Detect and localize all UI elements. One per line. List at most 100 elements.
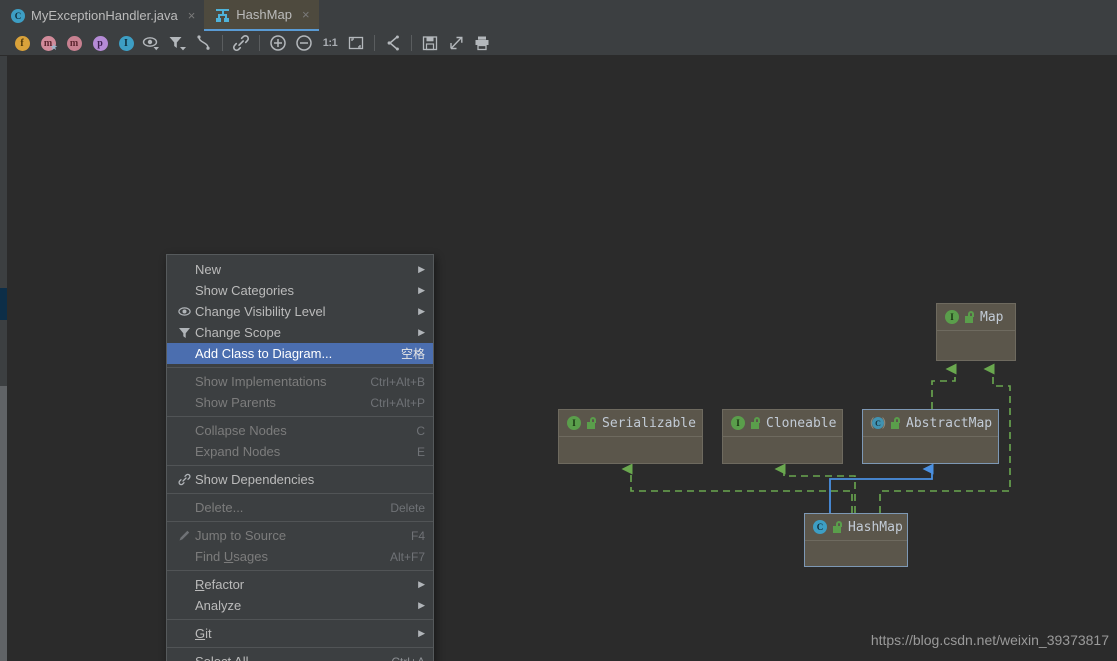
- save-diagram-button[interactable]: [418, 32, 442, 54]
- watermark-text: https://blog.csdn.net/weixin_39373817: [870, 632, 1109, 648]
- tool-window-strip[interactable]: [0, 56, 7, 661]
- menu-item-label: Collapse Nodes: [195, 423, 287, 438]
- abstract-class-icon: (C): [870, 416, 886, 430]
- menu-item-expand-nodes: Expand Nodes E: [167, 441, 433, 462]
- menu-item-show-categories[interactable]: Show Categories ▶: [167, 280, 433, 301]
- tab-hashmap[interactable]: HashMap ×: [204, 0, 319, 31]
- method-icon: m: [66, 35, 82, 51]
- menu-item-git[interactable]: Git ▶: [167, 623, 433, 644]
- change-scope-button[interactable]: [166, 32, 190, 54]
- menu-item-label: Expand Nodes: [195, 444, 281, 459]
- node-members-area: [723, 437, 842, 490]
- diagram-node-cloneable[interactable]: I Cloneable: [722, 409, 843, 464]
- node-title: Map: [980, 309, 1004, 325]
- menu-item-show-implementations: Show Implementations Ctrl+Alt+B: [167, 371, 433, 392]
- menu-item-label: Show Implementations: [195, 374, 327, 389]
- menu-separator: [167, 367, 433, 368]
- menu-item-change-visibility-level[interactable]: Change Visibility Level ▶: [167, 301, 433, 322]
- node-title: AbstractMap: [906, 415, 993, 431]
- diagram-node-serializable[interactable]: I Serializable: [558, 409, 703, 464]
- menu-item-shortcut: C: [416, 423, 425, 438]
- menu-item-collapse-nodes: Collapse Nodes C: [167, 420, 433, 441]
- menu-item-label: Show Categories: [195, 283, 294, 298]
- menu-item-shortcut: 空格: [400, 347, 425, 361]
- ide-window: C MyExceptionHandler.java × HashMap × f …: [0, 0, 1117, 661]
- filter-dropdown-icon: [169, 37, 186, 51]
- public-lock-icon: [586, 417, 597, 429]
- node-title: Serializable: [602, 415, 696, 431]
- show-dependencies-button[interactable]: [229, 32, 253, 54]
- chevron-right-icon: ▶: [418, 264, 425, 274]
- public-lock-icon: [964, 311, 975, 323]
- menu-item-shortcut: Ctrl+A: [377, 655, 425, 661]
- diagram-context-menu[interactable]: New ▶ Show Categories ▶ Change Visibility Le…: [166, 254, 434, 661]
- show-fields-button[interactable]: f: [10, 32, 34, 54]
- chevron-right-icon: ▶: [418, 285, 425, 295]
- diagram-node-map[interactable]: I Map: [936, 303, 1016, 361]
- close-icon[interactable]: ×: [302, 8, 310, 21]
- layout-tree-icon: [387, 35, 399, 51]
- change-visibility-level-button[interactable]: [140, 32, 164, 54]
- zoom-in-icon: [270, 35, 286, 51]
- menu-item-label: Jump to Source: [195, 528, 287, 543]
- menu-item-change-scope[interactable]: Change Scope ▶: [167, 322, 433, 343]
- java-class-icon: C: [11, 8, 25, 23]
- uml-diagram-icon: [215, 8, 230, 22]
- close-icon[interactable]: ×: [188, 9, 196, 22]
- apply-layout-button[interactable]: [381, 32, 405, 54]
- diagram-node-hashmap[interactable]: C HashMap: [804, 513, 908, 567]
- toolbar-separator: [222, 35, 223, 51]
- node-header: I Cloneable: [723, 410, 842, 437]
- pencil-icon: [175, 529, 193, 542]
- tab-label: MyExceptionHandler.java: [31, 8, 178, 23]
- menu-item-label: Analyze: [195, 598, 242, 613]
- menu-item-label: Find Usages: [195, 549, 268, 564]
- node-members-area: [805, 541, 907, 593]
- chevron-right-icon: ▶: [418, 579, 425, 589]
- menu-item-shortcut: Ctrl+Alt+B: [370, 374, 425, 389]
- fit-content-icon: [348, 36, 364, 50]
- tool-window-marker-active[interactable]: [0, 288, 7, 320]
- menu-item-refactor[interactable]: Refactor ▶: [167, 574, 433, 595]
- interface-icon: I: [567, 416, 581, 430]
- field-icon: f: [14, 35, 30, 51]
- menu-item-shortcut: Alt+F7: [389, 549, 425, 564]
- link-icon: [232, 34, 250, 52]
- show-methods-button[interactable]: m: [62, 32, 86, 54]
- menu-item-select-all[interactable]: Select AllCtrl+A: [167, 651, 433, 661]
- print-button[interactable]: [470, 32, 494, 54]
- menu-item-analyze[interactable]: Analyze ▶: [167, 595, 433, 616]
- menu-item-find-usages: Find Usages Alt+F7: [167, 546, 433, 567]
- export-button[interactable]: [444, 32, 468, 54]
- toolbar-separator: [374, 35, 375, 51]
- property-icon: p: [92, 35, 108, 51]
- fit-content-button[interactable]: [344, 32, 368, 54]
- actual-size-button[interactable]: 1:1: [318, 32, 342, 54]
- menu-item-show-dependencies[interactable]: Show Dependencies: [167, 469, 433, 490]
- link-icon: [175, 473, 193, 486]
- menu-item-label: Change Scope: [195, 325, 282, 340]
- menu-separator: [167, 465, 433, 466]
- star-overlay-icon: ★: [49, 42, 58, 52]
- diagram-node-abstractmap[interactable]: (C) AbstractMap: [862, 409, 999, 464]
- zoom-out-button[interactable]: [292, 32, 316, 54]
- menu-item-new[interactable]: New ▶: [167, 259, 433, 280]
- zoom-in-button[interactable]: [266, 32, 290, 54]
- show-inner-classes-button[interactable]: I: [114, 32, 138, 54]
- menu-item-add-class-to-diagram[interactable]: Add Class to Diagram... 空格: [167, 343, 433, 364]
- tool-window-scrollbar-thumb[interactable]: [0, 386, 7, 661]
- menu-item-jump-to-source: Jump to Source F4: [167, 525, 433, 546]
- node-header: (C) AbstractMap: [863, 410, 998, 437]
- actual-size-label: 1:1: [322, 36, 338, 49]
- zoom-out-icon: [296, 35, 312, 51]
- menu-item-label: Select All: [193, 654, 377, 661]
- edges-style-button[interactable]: [192, 32, 216, 54]
- diagram-toolbar: f m ★ m p I 1:1: [0, 31, 1117, 56]
- inner-class-icon: I: [118, 35, 134, 51]
- show-properties-button[interactable]: p: [88, 32, 112, 54]
- interface-icon: I: [945, 310, 959, 324]
- tab-myexceptionhandler[interactable]: C MyExceptionHandler.java ×: [0, 0, 205, 31]
- menu-item-shortcut: Delete: [390, 500, 425, 515]
- show-constructors-button[interactable]: m ★: [36, 32, 60, 54]
- menu-item-shortcut: E: [416, 444, 425, 459]
